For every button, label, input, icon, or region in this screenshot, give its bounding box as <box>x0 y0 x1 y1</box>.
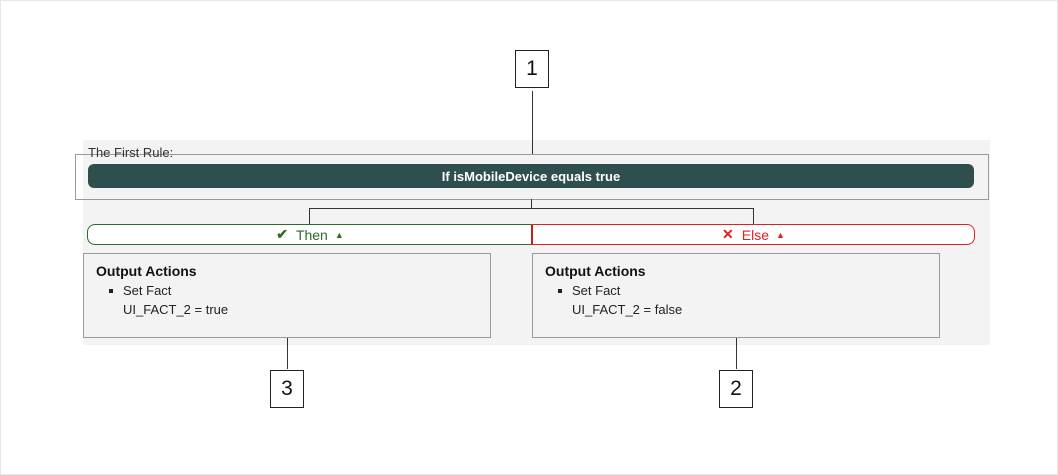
action-item-detail: UI_FACT_2 = true <box>123 302 229 317</box>
callout-3: 3 <box>270 370 304 408</box>
output-actions-title: Output Actions <box>545 263 646 279</box>
else-label: Else <box>741 226 770 243</box>
x-icon: ✕ <box>722 226 734 242</box>
action-item-detail: UI_FACT_2 = false <box>572 302 683 317</box>
connector-stem <box>531 199 532 208</box>
callout-leader-1 <box>532 91 533 154</box>
action-list: Set Fact UI_FACT_2 = false <box>545 282 927 320</box>
callout-leader-3 <box>287 338 288 369</box>
connector-right <box>753 208 754 224</box>
connector-horizontal <box>309 208 754 209</box>
callout-1: 1 <box>515 50 549 88</box>
then-output-actions: Output Actions Set Fact UI_FACT_2 = true <box>83 253 491 338</box>
condition-bar[interactable]: If isMobileDevice equals true <box>88 164 974 188</box>
action-item-label: Set Fact <box>572 283 621 298</box>
action-item: Set Fact UI_FACT_2 = true <box>109 282 478 320</box>
caret-up-icon: ▲ <box>334 229 344 240</box>
caret-up-icon: ▲ <box>776 229 785 240</box>
callout-leader-2 <box>736 338 737 369</box>
check-icon: ✔ <box>276 226 288 242</box>
else-output-actions: Output Actions Set Fact UI_FACT_2 = fals… <box>532 253 940 338</box>
connector-left <box>309 208 310 224</box>
callout-2: 2 <box>719 370 753 408</box>
condition-label: If isMobileDevice equals true <box>441 168 621 184</box>
action-item-label: Set Fact <box>123 283 172 298</box>
else-branch-toggle[interactable]: ✕ Else ▲ <box>531 224 975 245</box>
rule-title: The First Rule: <box>88 145 174 160</box>
then-branch-toggle[interactable]: ✔ Then ▲ <box>87 224 532 245</box>
action-list: Set Fact UI_FACT_2 = true <box>96 282 478 320</box>
output-actions-title: Output Actions <box>96 263 197 279</box>
action-item: Set Fact UI_FACT_2 = false <box>558 282 927 320</box>
then-label: Then <box>295 226 328 243</box>
